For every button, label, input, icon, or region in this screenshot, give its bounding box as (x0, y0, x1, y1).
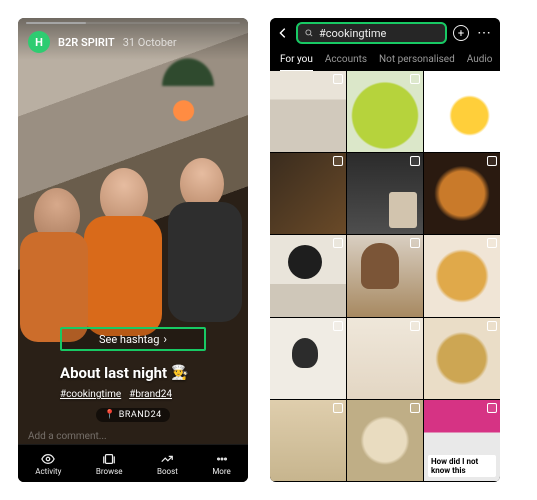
location-pin-icon: 📍 (104, 410, 116, 420)
carousel-icon (487, 238, 497, 248)
carousel-icon (333, 238, 343, 248)
search-header: #cookingtime + ⋯ (270, 18, 500, 48)
more-options-button[interactable]: ⋯ (475, 25, 494, 41)
search-icon (304, 28, 314, 38)
more-button[interactable]: More (212, 452, 230, 476)
grid-item-overlay-text: How did I not know this (428, 455, 496, 477)
cards-icon (102, 452, 116, 466)
chevron-right-icon: › (163, 332, 167, 346)
location-label: BRAND24 (119, 410, 162, 420)
carousel-icon (487, 321, 497, 331)
search-results-screen: #cookingtime + ⋯ For you Accounts Not pe… (270, 18, 500, 482)
carousel-icon (333, 156, 343, 166)
carousel-icon (333, 74, 343, 84)
grid-item[interactable] (424, 318, 500, 399)
grid-item[interactable] (347, 400, 423, 481)
more-label: More (212, 467, 230, 476)
story-hashtags: #cookingtime #brand24 (60, 389, 172, 400)
trend-up-icon (160, 452, 174, 466)
avatar[interactable]: H (28, 31, 50, 53)
grid-item[interactable] (270, 153, 346, 234)
tab-for-you[interactable]: For you (280, 54, 313, 71)
browse-label: Browse (96, 467, 123, 476)
grid-item[interactable] (270, 71, 346, 152)
hashtag-link-1[interactable]: #cookingtime (60, 389, 121, 400)
activity-button[interactable]: Activity (35, 452, 61, 476)
see-hashtag-label: See hashtag (99, 333, 159, 346)
caption-text: About last night (60, 364, 167, 382)
add-button[interactable]: + (453, 25, 469, 41)
carousel-icon (410, 238, 420, 248)
eye-icon (41, 452, 55, 466)
location-pill[interactable]: 📍 BRAND24 (96, 408, 170, 422)
back-button[interactable] (276, 26, 290, 40)
story-date: 31 October (123, 36, 177, 49)
story-bottom-bar: Activity Browse Boost More (18, 444, 248, 482)
carousel-icon (410, 321, 420, 331)
search-input[interactable]: #cookingtime (296, 22, 447, 44)
carousel-icon (410, 403, 420, 413)
story-viewer-screen: H B2R SPIRIT 31 October See hashtag › Ab… (18, 18, 248, 482)
carousel-icon (487, 156, 497, 166)
story-caption: About last night 👨‍🍳 (60, 364, 189, 382)
activity-label: Activity (35, 467, 61, 476)
carousel-icon (333, 321, 343, 331)
carousel-icon (333, 403, 343, 413)
grid-item[interactable] (270, 235, 346, 316)
search-tabs: For you Accounts Not personalised Audio … (270, 48, 500, 71)
search-value: #cookingtime (319, 27, 386, 40)
story-header: H B2R SPIRIT 31 October (18, 18, 248, 60)
grid-item[interactable] (424, 153, 500, 234)
boost-button[interactable]: Boost (157, 452, 178, 476)
carousel-icon (487, 74, 497, 84)
see-hashtag-button[interactable]: See hashtag › (60, 327, 206, 351)
grid-item[interactable] (347, 235, 423, 316)
tab-accounts[interactable]: Accounts (325, 54, 367, 71)
results-grid: How did I not know this (270, 71, 500, 481)
more-dots-icon (215, 452, 229, 466)
carousel-icon (410, 74, 420, 84)
grid-item[interactable]: How did I not know this (424, 400, 500, 481)
tab-audio[interactable]: Audio (467, 54, 493, 71)
grid-item[interactable] (347, 318, 423, 399)
browse-button[interactable]: Browse (96, 452, 123, 476)
grid-item[interactable] (347, 71, 423, 152)
grid-item[interactable] (347, 153, 423, 234)
boost-label: Boost (157, 467, 178, 476)
carousel-icon (487, 403, 497, 413)
tab-not-personalised[interactable]: Not personalised (379, 54, 455, 71)
grid-item[interactable] (424, 235, 500, 316)
carousel-icon (410, 156, 420, 166)
story-username[interactable]: B2R SPIRIT (58, 36, 115, 49)
grid-item[interactable] (270, 400, 346, 481)
grid-item[interactable] (424, 71, 500, 152)
chef-emoji-icon: 👨‍🍳 (171, 365, 188, 381)
grid-item[interactable] (270, 318, 346, 399)
plus-icon: + (458, 28, 464, 39)
hashtag-link-2[interactable]: #brand24 (129, 389, 172, 400)
